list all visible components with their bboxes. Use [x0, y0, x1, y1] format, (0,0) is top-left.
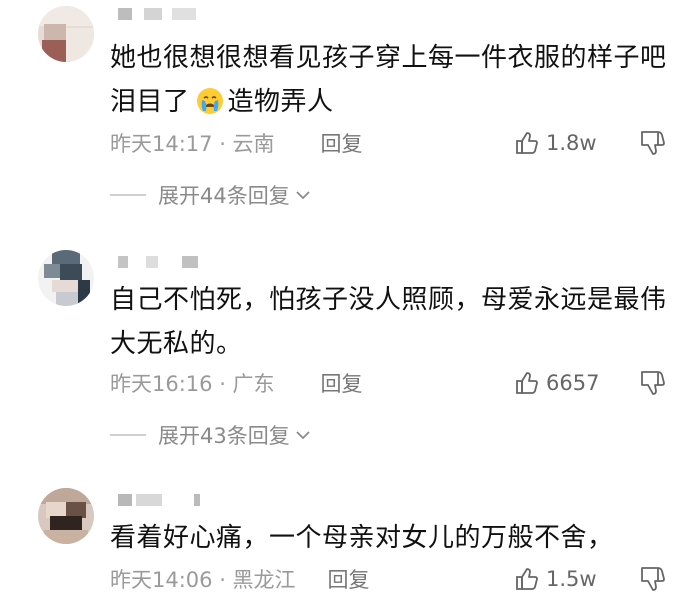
expand-replies-label: 展开44条回复: [158, 184, 290, 208]
avatar[interactable]: [38, 488, 94, 544]
username-blurred[interactable]: [112, 6, 222, 22]
comment-text-line: 自己不怕死，怕孩子没人照顾，母爱永远是最伟: [110, 285, 667, 315]
comment-time-location: 昨天14:06 · 黑龙江: [110, 568, 296, 592]
comment-time-location: 昨天14:17 · 云南: [110, 132, 275, 156]
comment-text-fragment: 造物弄人: [227, 87, 334, 117]
thumbs-up-outline-icon: [516, 372, 538, 394]
username-blurred[interactable]: [112, 254, 222, 270]
chevron-down-icon: [296, 431, 310, 440]
avatar[interactable]: [38, 6, 94, 62]
username-blurred[interactable]: [112, 492, 222, 508]
expand-replies-button[interactable]: 展开44条回复: [110, 180, 312, 210]
reply-button[interactable]: 回复: [328, 564, 370, 594]
comment-text-fragment: 泪目了: [110, 87, 190, 117]
thumbs-down-outline-icon[interactable]: [638, 564, 668, 594]
reply-button[interactable]: 回复: [321, 368, 363, 398]
comment-time-location: 昨天16:16 · 广东: [110, 372, 275, 396]
crying-emoji-icon: [196, 88, 223, 114]
reply-button[interactable]: 回复: [321, 128, 363, 158]
thumbs-up-outline-icon: [516, 132, 538, 154]
expand-replies-label: 展开43条回复: [158, 424, 290, 448]
divider: [110, 434, 146, 436]
like-count: 1.8w: [546, 131, 597, 155]
comment-text-line: 泪目了 造物弄人: [110, 80, 670, 124]
comment-text: 自己不怕死，怕孩子没人照顾，母爱永远是最伟 大无私的。: [110, 278, 670, 366]
comment-text-line: 大无私的。: [110, 329, 243, 359]
avatar[interactable]: [38, 250, 94, 306]
thumbs-up-outline-icon: [516, 568, 538, 590]
like-count: 6657: [546, 371, 600, 395]
comment-meta: 昨天16:16 · 广东 回复: [110, 368, 363, 398]
thumbs-down-outline-icon[interactable]: [638, 128, 668, 158]
thumbs-down-outline-icon[interactable]: [638, 368, 668, 398]
like-count: 1.5w: [546, 567, 597, 591]
divider: [110, 194, 146, 196]
chevron-down-icon: [296, 191, 310, 200]
comment-meta: 昨天14:17 · 云南 回复: [110, 128, 363, 158]
expand-replies-button[interactable]: 展开43条回复: [110, 420, 312, 450]
like-button[interactable]: 1.8w: [514, 128, 597, 158]
like-button[interactable]: 6657: [514, 368, 599, 398]
comment-meta: 昨天14:06 · 黑龙江 回复: [110, 564, 370, 594]
like-button[interactable]: 1.5w: [514, 564, 597, 594]
comment-text-line: 她也很想很想看见孩子穿上每一件衣服的样子吧: [110, 43, 667, 73]
comment-text: 看着好心痛，一个母亲对女儿的万般不舍，: [110, 516, 670, 560]
comment-text: 她也很想很想看见孩子穿上每一件衣服的样子吧 泪目了 造物弄人: [110, 36, 670, 124]
comment-text-line: 看着好心痛，一个母亲对女儿的万般不舍，: [110, 523, 614, 553]
